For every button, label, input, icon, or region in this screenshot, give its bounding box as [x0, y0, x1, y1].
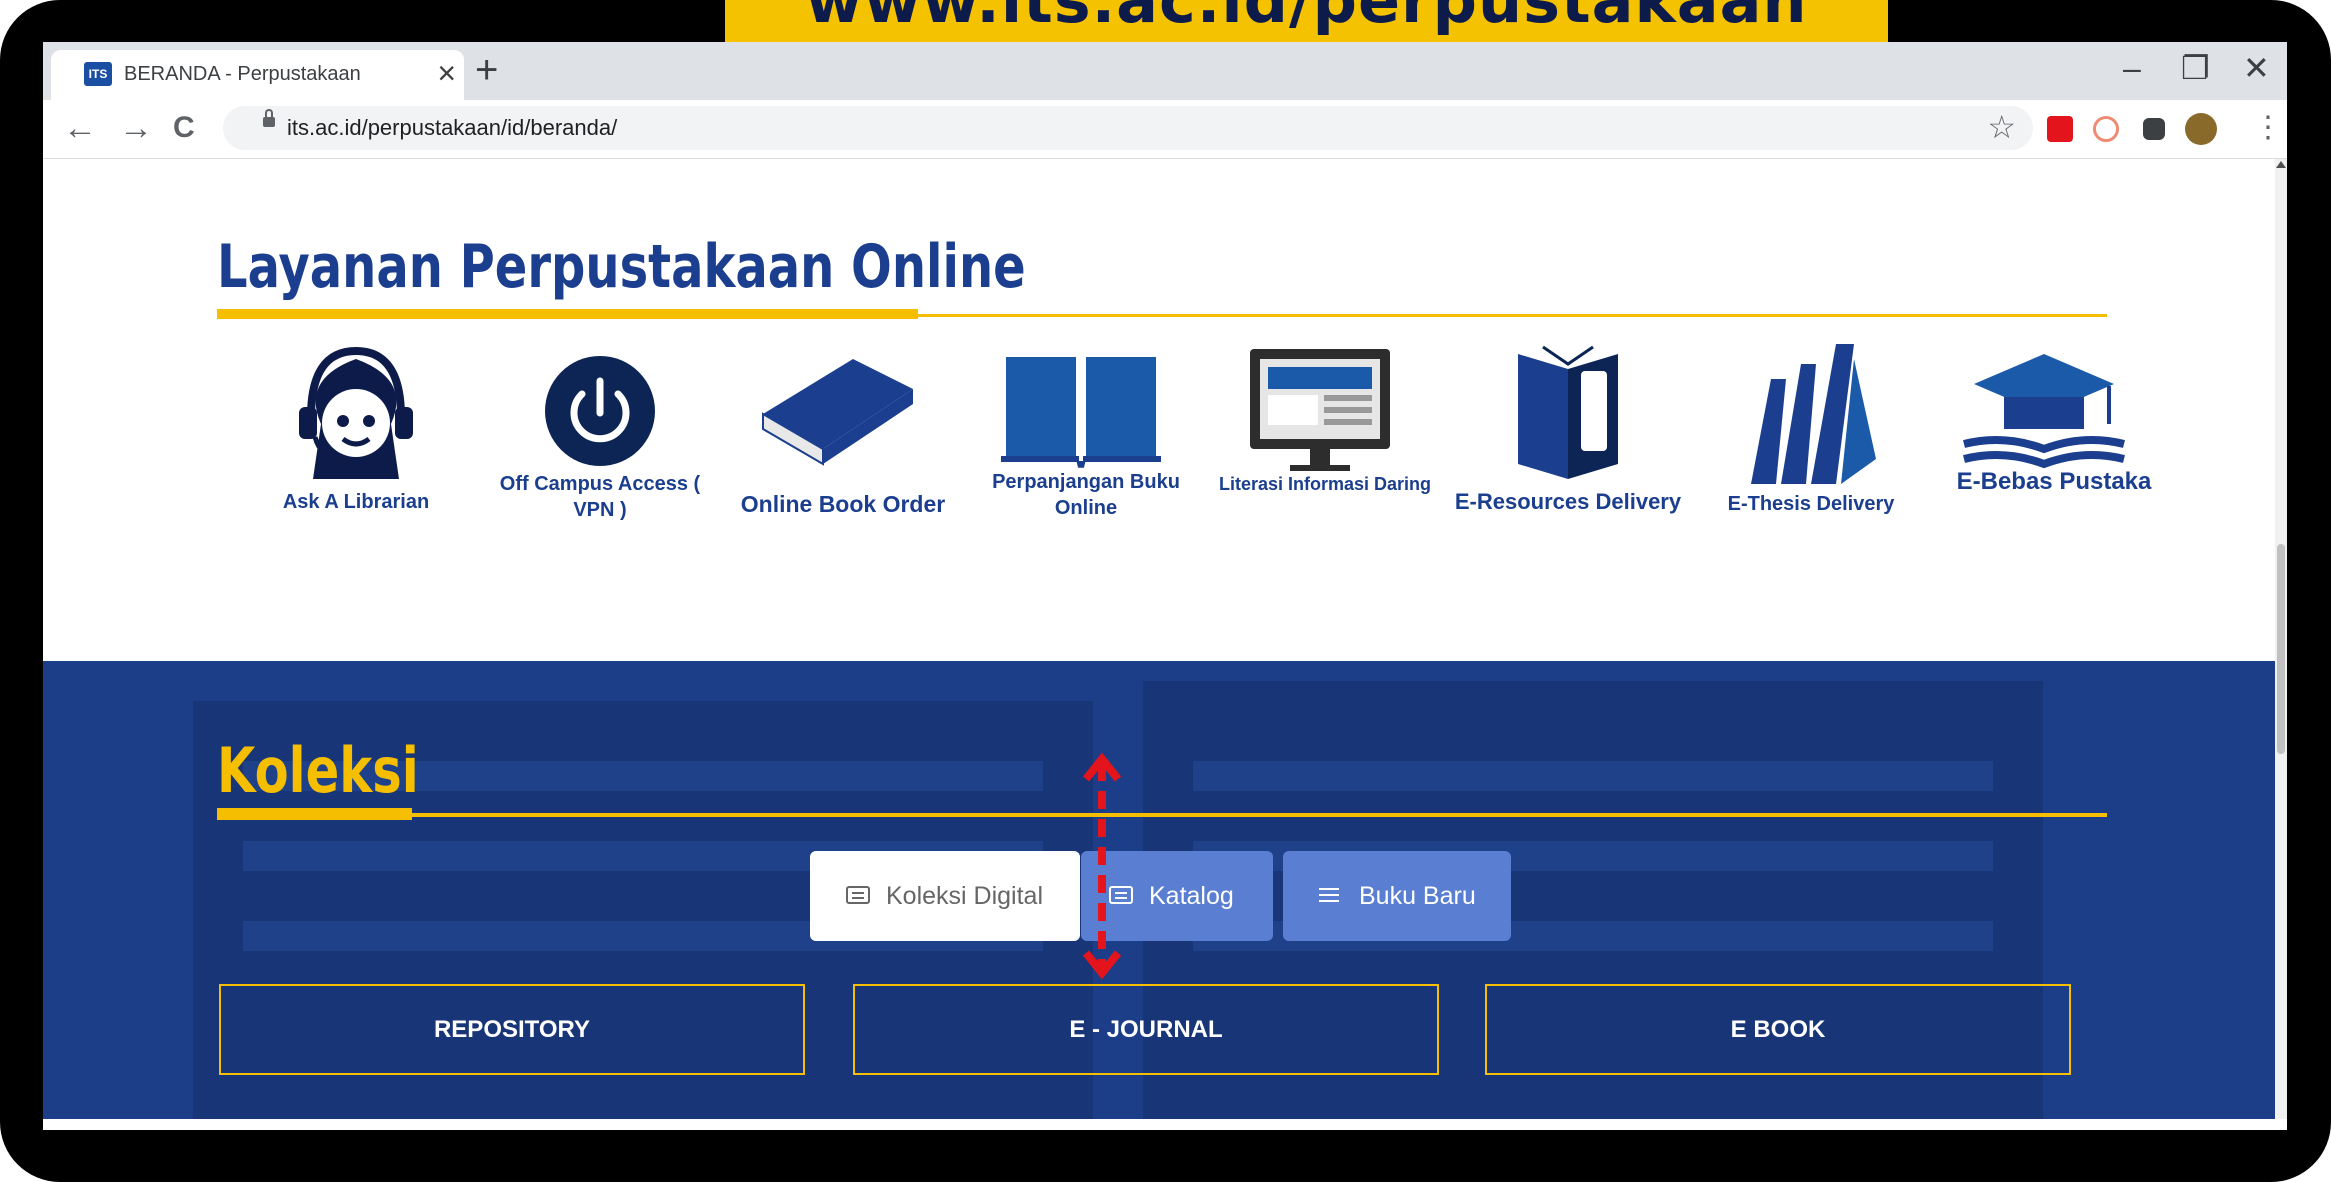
- service-off-campus-access[interactable]: Off Campus Access ( VPN ): [500, 339, 700, 539]
- puzzle-icon[interactable]: [2143, 118, 2165, 140]
- url-banner: www.its.ac.id/perpustakaan: [725, 0, 1888, 42]
- service-online-book-order[interactable]: Online Book Order: [741, 339, 945, 539]
- browser-window: ITS BERANDA - Perpustakaan × + – ❐ ✕ ← →…: [43, 42, 2287, 1130]
- menu-dots-icon[interactable]: ⋮: [2253, 108, 2283, 148]
- its-favicon-icon: ITS: [84, 62, 112, 86]
- back-arrow-icon[interactable]: ←: [63, 108, 97, 148]
- mail-icon[interactable]: [2047, 116, 2073, 142]
- layanan-title: Layanan Perpustakaan Online: [217, 232, 1026, 302]
- device-frame: www.its.ac.id/perpustakaan ITS BERANDA -…: [0, 0, 2331, 1182]
- graduation-cap-icon: [1963, 354, 2125, 469]
- service-label: Perpanjangan Buku Online: [992, 471, 1180, 519]
- address-bar[interactable]: its.ac.id/perpustakaan/id/beranda/ ☆: [223, 106, 2033, 150]
- headset-person-icon: [299, 346, 413, 479]
- e-journal-link[interactable]: E - JOURNAL: [853, 984, 1439, 1075]
- scrollbar[interactable]: [2275, 159, 2287, 1119]
- new-tab-button[interactable]: +: [475, 48, 498, 92]
- tab-bar: ITS BERANDA - Perpustakaan × + – ❐ ✕: [43, 42, 2287, 100]
- lock-icon[interactable]: [263, 109, 275, 127]
- tab-label: Katalog: [1149, 882, 1234, 910]
- browser-toolbar: ← → C its.ac.id/perpustakaan/id/beranda/…: [43, 100, 2287, 159]
- koleksi-title: Koleksi: [217, 734, 419, 807]
- monitor-icon: [1250, 349, 1390, 471]
- service-label: E-Thesis Delivery: [1727, 493, 1895, 515]
- restore-button[interactable]: ❐: [2181, 46, 2210, 90]
- reload-icon[interactable]: C: [173, 108, 195, 148]
- service-label: Literasi Informasi Daring: [1218, 474, 1432, 494]
- service-label: E-Resources Delivery: [1454, 489, 1682, 514]
- service-literasi-informasi[interactable]: Literasi Informasi Daring: [1219, 339, 1431, 539]
- service-label: Off Campus Access ( VPN ): [499, 473, 701, 521]
- minimize-button[interactable]: –: [2123, 46, 2141, 90]
- bookmark-star-icon[interactable]: ☆: [1987, 108, 2016, 146]
- red-double-arrow-annotation: [1082, 752, 1122, 980]
- browser-tab[interactable]: ITS BERANDA - Perpustakaan ×: [51, 50, 464, 100]
- power-icon: [545, 356, 655, 466]
- tab-koleksi-digital[interactable]: Koleksi Digital: [810, 851, 1080, 941]
- service-e-resources-delivery[interactable]: E-Resources Delivery: [1455, 339, 1681, 539]
- tab-label: Buku Baru: [1359, 882, 1476, 910]
- notes-icon[interactable]: [2093, 116, 2119, 142]
- tab-label: Koleksi Digital: [886, 882, 1044, 910]
- profile-icon[interactable]: [2185, 113, 2217, 145]
- service-label: Ask A Librarian: [282, 491, 430, 513]
- url-banner-text: www.its.ac.id/perpustakaan: [805, 0, 1808, 37]
- service-label: Online Book Order: [740, 491, 946, 517]
- tab-close-icon[interactable]: ×: [437, 56, 456, 90]
- service-ask-a-librarian[interactable]: Ask A Librarian: [261, 339, 451, 539]
- url-text[interactable]: its.ac.id/perpustakaan/id/beranda/: [287, 114, 617, 142]
- koleksi-divider: [217, 813, 2107, 817]
- repository-link[interactable]: REPOSITORY: [219, 984, 805, 1075]
- scrollbar-thumb[interactable]: [2277, 544, 2285, 754]
- koleksi-divider-accent: [217, 808, 412, 820]
- e-book-link[interactable]: E BOOK: [1485, 984, 2071, 1075]
- koleksi-section: Koleksi Koleksi Digital Katalog Buku Bar…: [43, 661, 2275, 1119]
- page-content: Layanan Perpustakaan Online Ask A Librar…: [43, 159, 2275, 1119]
- menu-icon: [1319, 894, 1339, 897]
- service-e-bebas-pustaka[interactable]: E-Bebas Pustaka: [1957, 339, 2151, 539]
- layanan-divider-accent: [217, 309, 918, 319]
- book-icon: [762, 359, 913, 466]
- forward-arrow-icon[interactable]: →: [119, 108, 153, 148]
- ebook-device-icon: [1518, 345, 1618, 479]
- tab-buku-baru[interactable]: Buku Baru: [1283, 851, 1511, 941]
- books-icon: [1751, 344, 1876, 484]
- service-label: E-Bebas Pustaka: [1956, 468, 2152, 495]
- service-e-thesis-delivery[interactable]: E-Thesis Delivery: [1716, 339, 1906, 539]
- message-icon: [846, 886, 870, 905]
- tab-title: BERANDA - Perpustakaan: [124, 63, 361, 85]
- service-perpanjangan-buku[interactable]: Perpanjangan Buku Online: [991, 339, 1181, 539]
- close-window-button[interactable]: ✕: [2243, 46, 2270, 90]
- scroll-up-icon[interactable]: [2276, 161, 2286, 168]
- open-book-icon: [1001, 357, 1161, 468]
